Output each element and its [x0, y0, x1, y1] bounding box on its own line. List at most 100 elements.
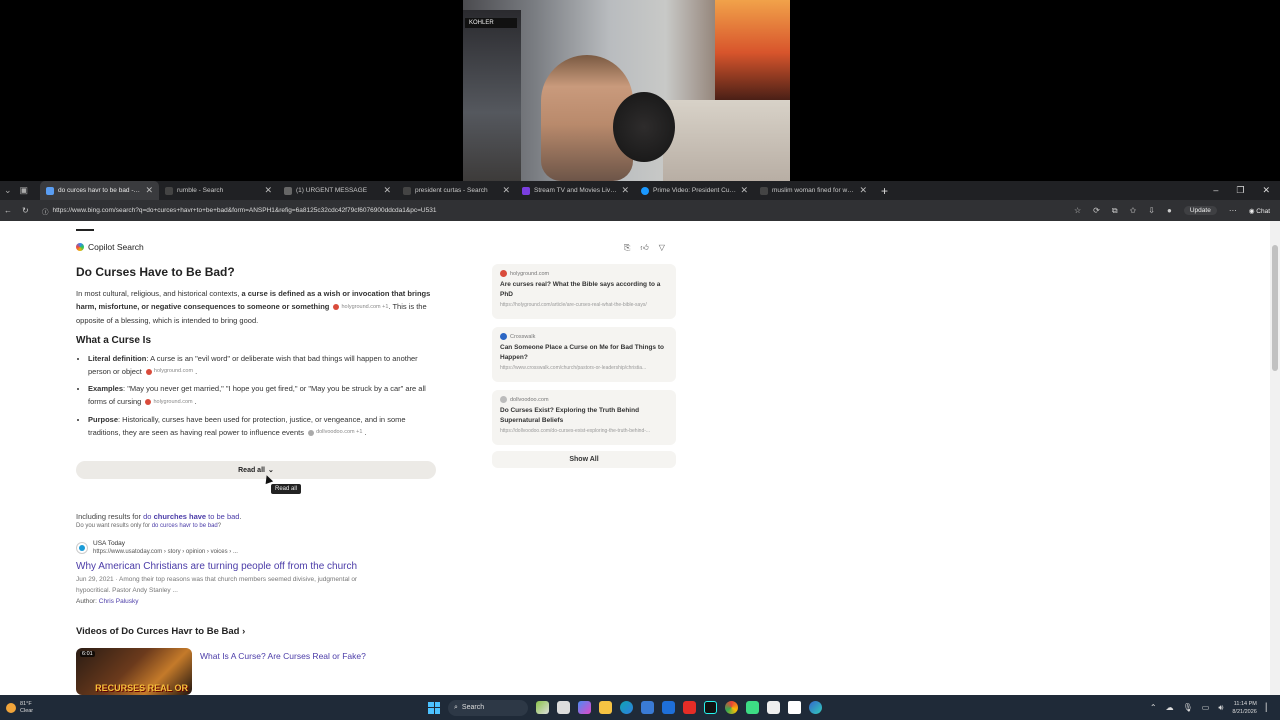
videos-heading-link[interactable]: Videos of Do Curces Havr to Be Bad ›: [76, 626, 245, 637]
capcut-icon[interactable]: [788, 701, 801, 714]
windows-taskbar: 81°F Clear ⌕ Search ⌃ ☁ 🎙︎ ▭ 🔊︎ 11:14 PM…: [0, 695, 1280, 720]
source-card[interactable]: holyground.com Are curses real? What the…: [492, 264, 676, 319]
tubi-favicon-icon: [522, 186, 530, 195]
edge-dev-icon[interactable]: [809, 701, 822, 714]
copilot-logo-icon: [76, 243, 84, 251]
extension-icon[interactable]: ⟳: [1093, 206, 1100, 215]
onedrive-icon[interactable]: ☁: [1166, 703, 1174, 712]
url-field[interactable]: ⓘ https://www.bing.com/search?q=do+curce…: [38, 203, 1068, 218]
source-site: dollvoodoo.com: [500, 396, 668, 403]
citation-badge[interactable]: holyground.com: [145, 365, 193, 378]
close-window-icon[interactable]: ✕: [1262, 185, 1270, 196]
close-tab-icon[interactable]: ✕: [621, 185, 629, 196]
chrome-icon[interactable]: [725, 701, 738, 714]
source-card[interactable]: Crosswalk Can Someone Place a Curse on M…: [492, 327, 676, 382]
restore-icon[interactable]: ❐: [1236, 185, 1244, 196]
downloads-icon[interactable]: ⇩: [1148, 206, 1155, 215]
url-text: https://www.bing.com/search?q=do+curces+…: [52, 207, 437, 214]
task-view-icon[interactable]: [557, 701, 570, 714]
minimize-icon[interactable]: –: [1213, 185, 1218, 196]
author-label: Author:: [76, 598, 99, 605]
start-icon[interactable]: [428, 701, 440, 714]
store-icon[interactable]: [641, 701, 654, 714]
thumbs-down-icon[interactable]: ▽: [659, 243, 665, 253]
copilot-search-label: Copilot Search: [88, 242, 144, 252]
microphone-icon[interactable]: 🎙︎: [1183, 703, 1193, 712]
close-tab-icon[interactable]: ✕: [859, 185, 867, 196]
corrected-query-link[interactable]: do churches have to be bad: [143, 512, 239, 521]
close-tab-icon[interactable]: ✕: [145, 185, 153, 196]
outlook-icon[interactable]: [662, 701, 675, 714]
video-thumbnail[interactable]: 6:01 RECURSES REAL OR: [76, 648, 192, 695]
copilot-app-icon[interactable]: [578, 701, 591, 714]
update-button[interactable]: Update: [1183, 206, 1217, 215]
scrollbar-thumb[interactable]: [1272, 245, 1278, 371]
close-tab-icon[interactable]: ✕: [383, 185, 391, 196]
webcam-shelf: [463, 10, 521, 181]
file-explorer-icon[interactable]: [599, 701, 612, 714]
prime-favicon-icon: [641, 186, 649, 195]
tab-muslim-woman[interactable]: muslim woman fined for wearing ✕: [754, 181, 873, 200]
video-result: 6:01 RECURSES REAL OR What Is A Curse? A…: [76, 648, 366, 695]
read-all-button[interactable]: Read all ⌄: [76, 461, 436, 479]
favorite-star-icon[interactable]: ☆: [1074, 206, 1081, 215]
tab-stream-tv[interactable]: Stream TV and Movies Live and O ✕: [516, 181, 635, 200]
workspaces-icon[interactable]: ▣: [20, 185, 29, 196]
taskbar-search[interactable]: ⌕ Search: [448, 699, 528, 716]
copilot-chat-button[interactable]: ◉ Chat: [1249, 207, 1270, 215]
more-icon[interactable]: ⋯: [1229, 206, 1237, 215]
favorites-icon[interactable]: ✩: [1130, 206, 1137, 215]
network-icon[interactable]: ▭: [1202, 703, 1210, 712]
close-tab-icon[interactable]: ✕: [740, 185, 748, 196]
citation-badge[interactable]: dollvoodoo.com +1: [308, 426, 362, 439]
page-content: Copilot Search ⎘ 👍︎ ▽ Do Curses Have to …: [0, 221, 1280, 695]
source-card[interactable]: dollvoodoo.com Do Curses Exist? Explorin…: [492, 390, 676, 445]
new-tab-icon[interactable]: +: [873, 184, 896, 198]
video-title-link[interactable]: What Is A Curse? Are Curses Real or Fake…: [200, 651, 366, 695]
close-tab-icon[interactable]: ✕: [264, 185, 272, 196]
read-all-label: Read all: [238, 466, 265, 474]
split-screen-icon[interactable]: ⧉: [1112, 206, 1118, 216]
media-player-icon[interactable]: [746, 701, 759, 714]
tab-actions-icon[interactable]: ⌄: [4, 185, 12, 196]
taskbar-clock[interactable]: 11:14 PM 8/21/2026: [1232, 700, 1256, 716]
thumbs-up-icon[interactable]: 👍︎: [640, 243, 648, 253]
didyou-pre: Do you want results only for: [76, 523, 152, 529]
tab-bing-search[interactable]: do curces havr to be bad - Search ✕: [40, 181, 159, 200]
tiktok-icon[interactable]: [704, 701, 717, 714]
source-url: https://holyground.com/article/are-curse…: [500, 302, 647, 308]
source-site: Crosswalk: [500, 333, 668, 340]
youtube-icon[interactable]: [683, 701, 696, 714]
page-scrollbar[interactable]: [1270, 221, 1280, 695]
tab-rumble-search[interactable]: rumble - Search ✕: [159, 181, 278, 200]
list-item: Literal definition: A curse is an "evil …: [88, 352, 438, 379]
answer-intro: In most cultural, religious, and histori…: [76, 287, 438, 327]
tab-urgent-message[interactable]: (1) URGENT MESSAGE ✕: [278, 181, 397, 200]
notification-icon[interactable]: ▏: [1266, 703, 1272, 712]
original-query-link[interactable]: do curces havr to be bad: [152, 523, 218, 529]
source-site: holyground.com: [500, 270, 668, 277]
notepad-icon[interactable]: [767, 701, 780, 714]
dollvoodoo-favicon-icon: [500, 396, 507, 403]
tab-president-curtas[interactable]: president curtas - Search ✕: [397, 181, 516, 200]
volume-icon[interactable]: 🔊︎: [1218, 703, 1223, 713]
back-icon[interactable]: ←: [4, 206, 12, 215]
author-link[interactable]: Chris Palusky: [99, 598, 139, 605]
refresh-icon[interactable]: ↻: [22, 206, 29, 215]
thumbnail-text: RECURSES REAL OR: [95, 683, 188, 693]
close-tab-icon[interactable]: ✕: [502, 185, 510, 196]
citation-badge[interactable]: holyground.com +1: [333, 301, 388, 314]
result-site[interactable]: USA Today https://www.usatoday.com › sto…: [76, 540, 416, 556]
copy-icon[interactable]: ⎘: [624, 243, 630, 253]
feedback-icons: ⎘ 👍︎ ▽: [624, 243, 665, 253]
widgets-icon[interactable]: [536, 701, 549, 714]
profile-avatar-icon[interactable]: ●: [1167, 206, 1172, 215]
show-all-button[interactable]: Show All: [492, 451, 676, 468]
tab-prime-video[interactable]: Prime Video: President Curtis, Se ✕: [635, 181, 754, 200]
citation-badge[interactable]: holyground.com: [145, 396, 193, 409]
site-info-icon[interactable]: ⓘ: [42, 206, 49, 216]
weather-widget[interactable]: 81°F Clear: [0, 701, 120, 715]
edge-icon[interactable]: [620, 701, 633, 714]
result-title-link[interactable]: Why American Christians are turning peop…: [76, 561, 416, 572]
tray-overflow-icon[interactable]: ⌃: [1150, 703, 1157, 712]
